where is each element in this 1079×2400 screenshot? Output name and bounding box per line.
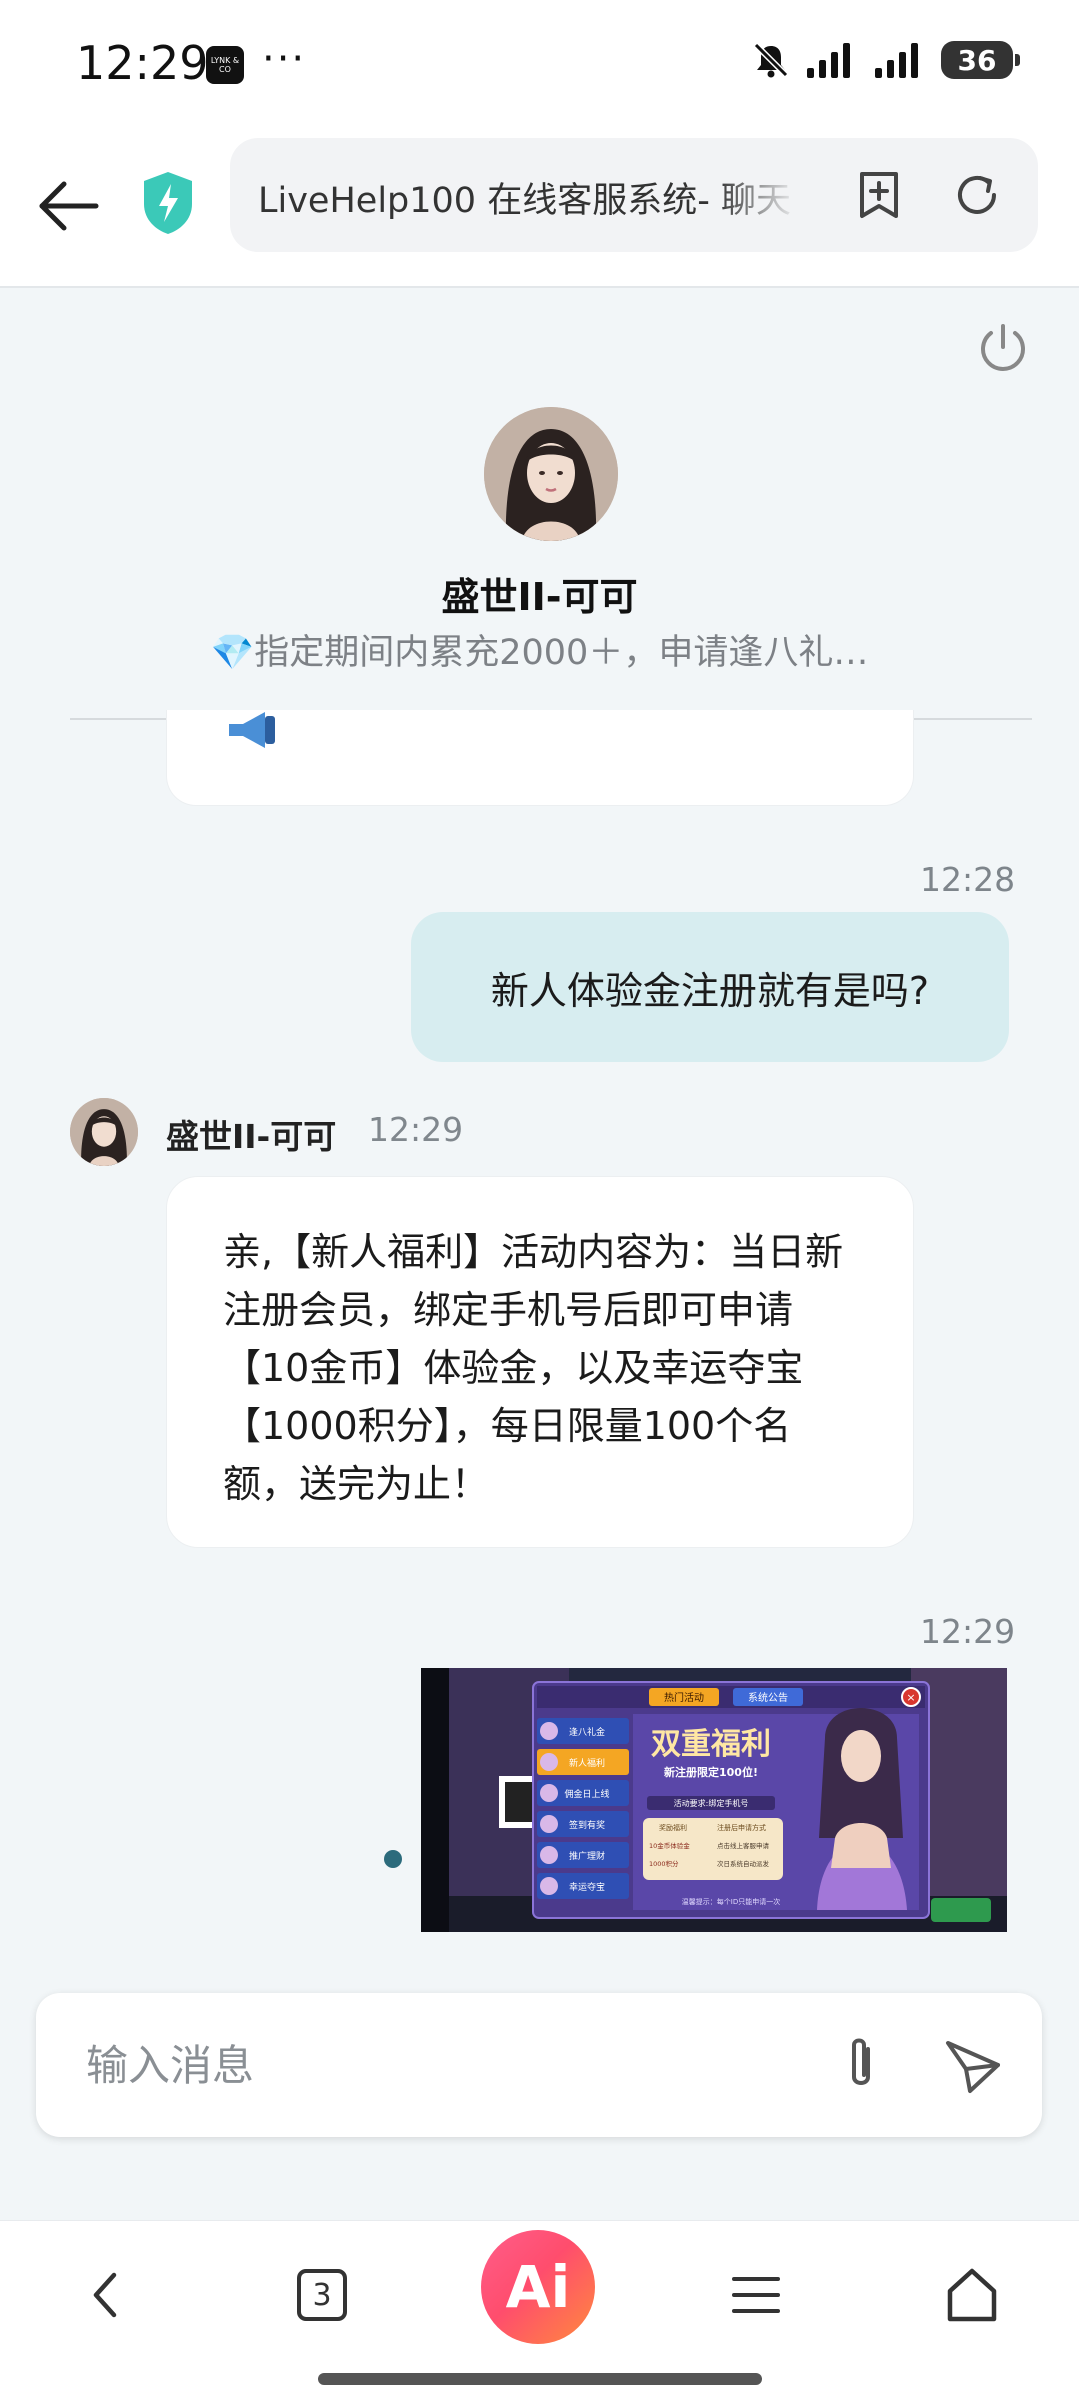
menu-button[interactable] <box>716 2255 796 2335</box>
attachment-icon[interactable] <box>826 2029 896 2099</box>
image-message[interactable]: 热门活动 系统公告 × 逢八礼金新人福利佣金日上线签到有奖推广理财幸运夺宝 双重… <box>421 1668 1007 1932</box>
image-menu-thumb <box>540 1846 558 1864</box>
agent-name: 盛世II-可可 <box>441 575 638 619</box>
image-menu-thumb <box>540 1815 558 1833</box>
home-indicator <box>318 2373 762 2385</box>
agent-announcement[interactable]: 💎指定期间内累充2000＋，申请逢八礼… <box>0 624 1079 675</box>
image-banner-title: 双重福利 <box>651 1727 771 1762</box>
page-title[interactable]: LiveHelp100 在线客服系统- 聊天 <box>258 172 798 222</box>
signal-icon-2 <box>875 43 918 78</box>
image-menu-label: 新人福利 <box>569 1757 605 1769</box>
previous-message-bubble <box>166 710 914 806</box>
image-menu-label: 签到有奖 <box>569 1819 605 1831</box>
browser-bottom-nav: 3 Ai <box>0 2220 1079 2400</box>
add-bookmark-icon[interactable] <box>852 168 906 222</box>
image-menu-thumb <box>540 1877 558 1895</box>
refresh-icon[interactable] <box>950 168 1004 222</box>
message-sender: 盛世II-可可 <box>166 1117 337 1156</box>
mute-icon <box>753 42 789 78</box>
image-tab-hot: 热门活动 <box>664 1691 704 1704</box>
image-col-right: 注册后申请方式 <box>717 1823 766 1832</box>
image-tab-notice: 系统公告 <box>748 1691 788 1704</box>
image-footer: 温馨提示：每个ID只能申请一次 <box>682 1897 780 1906</box>
image-row2-left: 1000积分 <box>649 1859 679 1868</box>
address-bar[interactable]: LiveHelp100 在线客服系统- 聊天 <box>230 138 1038 252</box>
ai-assistant-button[interactable]: Ai <box>481 2230 595 2344</box>
image-row1-left: 10金币体验金 <box>649 1841 690 1850</box>
image-menu-label: 幸运夺宝 <box>569 1881 605 1893</box>
image-row1-right: 点击线上客服申请 <box>717 1841 770 1850</box>
image-info-line: 活动要求:绑定手机号 <box>674 1798 749 1808</box>
app-notification-icon: LYNK & CO <box>206 46 244 84</box>
agent-avatar <box>484 407 618 541</box>
image-row2-right: 次日系统自动派发 <box>717 1859 770 1868</box>
back-arrow-icon[interactable] <box>30 168 106 244</box>
image-menu-label: 佣金日上线 <box>564 1788 609 1800</box>
image-menu-thumb <box>540 1753 558 1771</box>
chat-area: 盛世II-可可 💎指定期间内累充2000＋，申请逢八礼… 12:28 新人体验金… <box>0 290 1079 2220</box>
message-time: 12:29 <box>368 1110 464 1149</box>
status-indicators: 36 <box>751 40 1020 80</box>
message-input[interactable] <box>86 2029 786 2101</box>
secure-shield-icon[interactable] <box>138 168 198 238</box>
chevron-left-icon <box>93 2272 117 2318</box>
home-button[interactable] <box>932 2255 1012 2335</box>
message-time: 12:28 <box>920 860 1016 899</box>
nav-back-button[interactable] <box>66 2255 146 2335</box>
message-status-dot <box>384 1850 402 1868</box>
tab-count: 3 <box>297 2269 347 2321</box>
image-col-left: 奖励福利 <box>659 1823 687 1832</box>
more-notifications-icon: ··· <box>262 36 307 82</box>
status-bar: 12:29 LYNK & CO ··· 36 <box>0 0 1079 128</box>
power-icon[interactable] <box>974 320 1032 378</box>
image-menu-label: 逢八礼金 <box>569 1726 605 1738</box>
battery-icon: 36 <box>941 41 1020 79</box>
image-menu-label: 推广理财 <box>569 1850 605 1862</box>
browser-toolbar: LiveHelp100 在线客服系统- 聊天 <box>0 128 1079 288</box>
image-banner-sub: 新注册限定100位! <box>664 1765 758 1779</box>
message-time: 12:29 <box>920 1612 1016 1651</box>
message-input-bar <box>36 1993 1042 2137</box>
status-time: 12:29 <box>76 36 209 90</box>
hamburger-menu-icon <box>732 2277 780 2313</box>
image-menu-thumb <box>540 1784 558 1802</box>
send-icon[interactable] <box>938 2029 1008 2099</box>
tabs-button[interactable]: 3 <box>282 2255 362 2335</box>
agent-avatar-small <box>70 1098 138 1166</box>
megaphone-icon <box>229 712 275 748</box>
svg-text:×: × <box>906 1691 915 1704</box>
home-icon <box>947 2268 997 2322</box>
image-menu-thumb <box>540 1722 558 1740</box>
signal-icon-1 <box>807 43 850 78</box>
agent-message-bubble[interactable]: 亲,【新人福利】活动内容为：当日新注册会员，绑定手机号后即可申请【10金币】体验… <box>166 1176 914 1548</box>
user-message-bubble[interactable]: 新人体验金注册就有是吗? <box>411 912 1009 1062</box>
